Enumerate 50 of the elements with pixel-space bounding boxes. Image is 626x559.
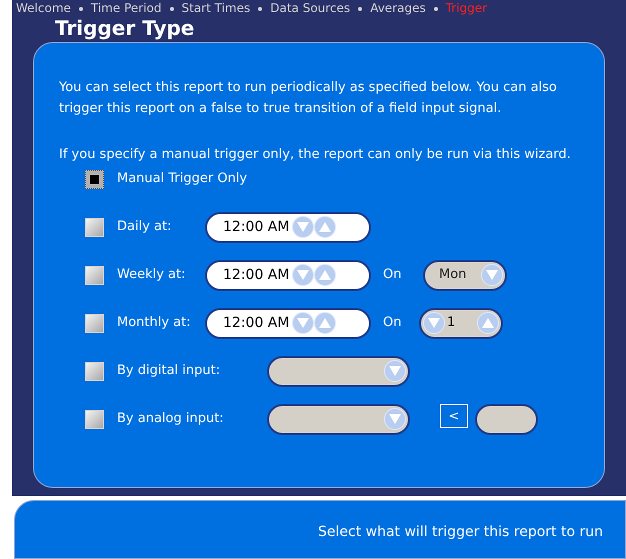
- bullet-icon: [170, 7, 174, 11]
- operator-button[interactable]: <: [440, 404, 468, 428]
- input-dropdown[interactable]: [267, 356, 410, 386]
- option-label: By digital input:: [117, 362, 222, 380]
- footer-text: Select what will trigger this report to run: [318, 523, 603, 542]
- down-arrow-button[interactable]: [384, 408, 406, 430]
- breadcrumb-link[interactable]: Welcome: [16, 2, 71, 16]
- section-title: Trigger Type: [55, 16, 196, 40]
- option-label: By analog input:: [117, 410, 225, 428]
- bullet-icon: [358, 7, 362, 11]
- description-text: If you specify a manual trigger only, the report can only be run via this wizard.: [59, 146, 572, 164]
- bullet-icon: [258, 7, 262, 11]
- breadcrumb-link[interactable]: Data Sources: [270, 2, 350, 16]
- number-spinner[interactable]: 1: [419, 308, 503, 338]
- up-arrow-button[interactable]: [477, 312, 499, 334]
- on-label: On: [383, 314, 402, 332]
- up-triangle-icon: [319, 270, 332, 280]
- breadcrumb-link[interactable]: Averages: [370, 2, 426, 16]
- bullet-icon: [78, 7, 83, 11]
- down-triangle-icon: [297, 222, 310, 232]
- threshold-input[interactable]: [475, 404, 538, 434]
- time-value: 12:00 AM: [223, 218, 290, 236]
- on-label: On: [383, 266, 402, 284]
- down-triangle-icon: [297, 318, 310, 328]
- description-text: You can select this report to run periodically as specified below. You can also trigger this report on a false to true transition of a field input signal.: [59, 79, 558, 118]
- time-value: 12:00 AM: [223, 314, 290, 332]
- down-triangle-icon: [389, 366, 401, 376]
- time-value: 12:00 AM: [223, 266, 290, 284]
- down-triangle-icon: [389, 414, 401, 424]
- breadcrumb-link[interactable]: Start Times: [182, 2, 250, 16]
- checkbox[interactable]: [85, 170, 104, 188]
- down-triangle-icon: [486, 270, 498, 280]
- up-triangle-icon: [319, 318, 332, 328]
- up-triangle-icon: [482, 318, 494, 328]
- down-arrow-button[interactable]: [384, 360, 406, 382]
- up-triangle-icon: [319, 222, 332, 232]
- option-label: Monthly at:: [117, 314, 192, 332]
- down-arrow-button[interactable]: [481, 264, 503, 286]
- down-arrow-button[interactable]: [423, 312, 445, 334]
- option-label: Weekly at:: [117, 266, 186, 284]
- input-dropdown[interactable]: [267, 404, 410, 434]
- bullet-icon: [434, 7, 438, 11]
- down-triangle-icon: [297, 270, 310, 280]
- day-value: Mon: [439, 266, 466, 284]
- breadcrumb-link[interactable]: Time Period: [90, 2, 162, 16]
- number-value: 1: [447, 314, 456, 332]
- option-label: Daily at:: [117, 218, 172, 236]
- option-label: Manual Trigger Only: [117, 170, 248, 188]
- day-dropdown[interactable]: Mon: [423, 260, 507, 290]
- down-triangle-icon: [428, 318, 440, 328]
